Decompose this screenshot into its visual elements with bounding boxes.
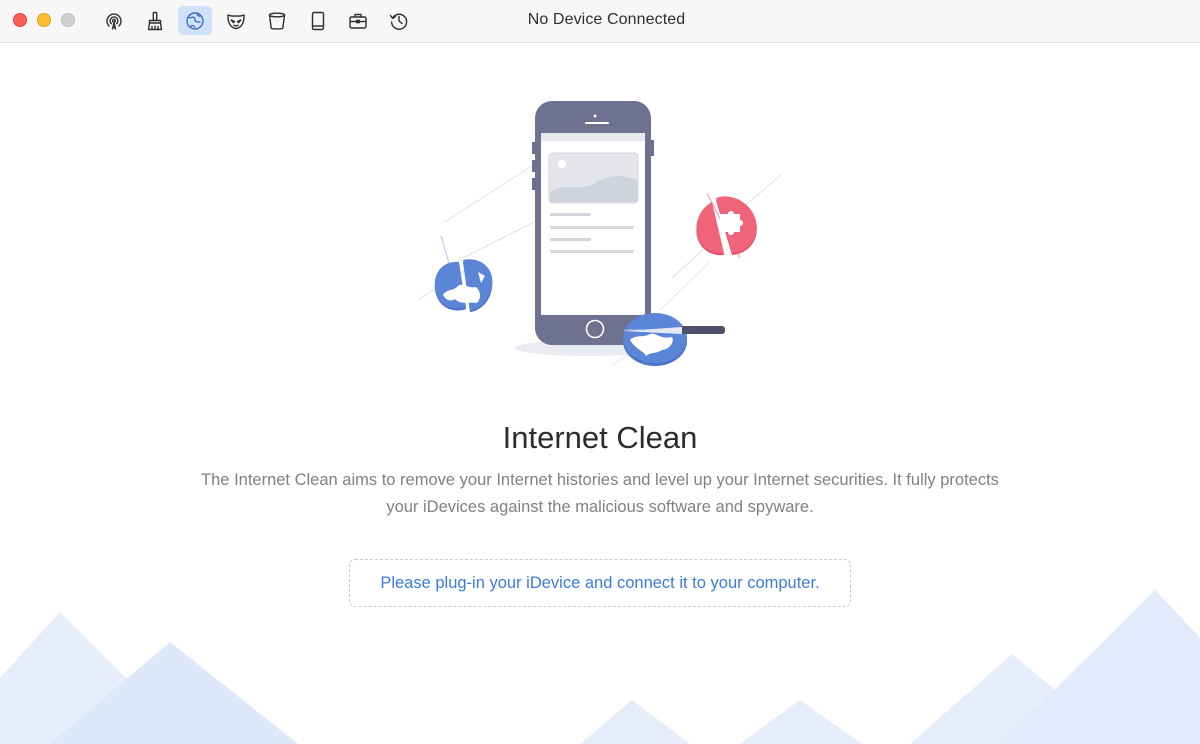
blade-cleaning-badge — [623, 313, 725, 366]
title-bar: No Device Connected — [0, 0, 1200, 43]
page-title: Internet Clean — [502, 420, 698, 455]
window-title: No Device Connected — [527, 11, 686, 28]
internet-clean-illustration — [417, 101, 783, 366]
feature-description: The Internet Clean aims to remove your I… — [201, 471, 999, 516]
connect-device-prompt[interactable]: Please plug-in your iDevice and connect … — [349, 559, 851, 607]
